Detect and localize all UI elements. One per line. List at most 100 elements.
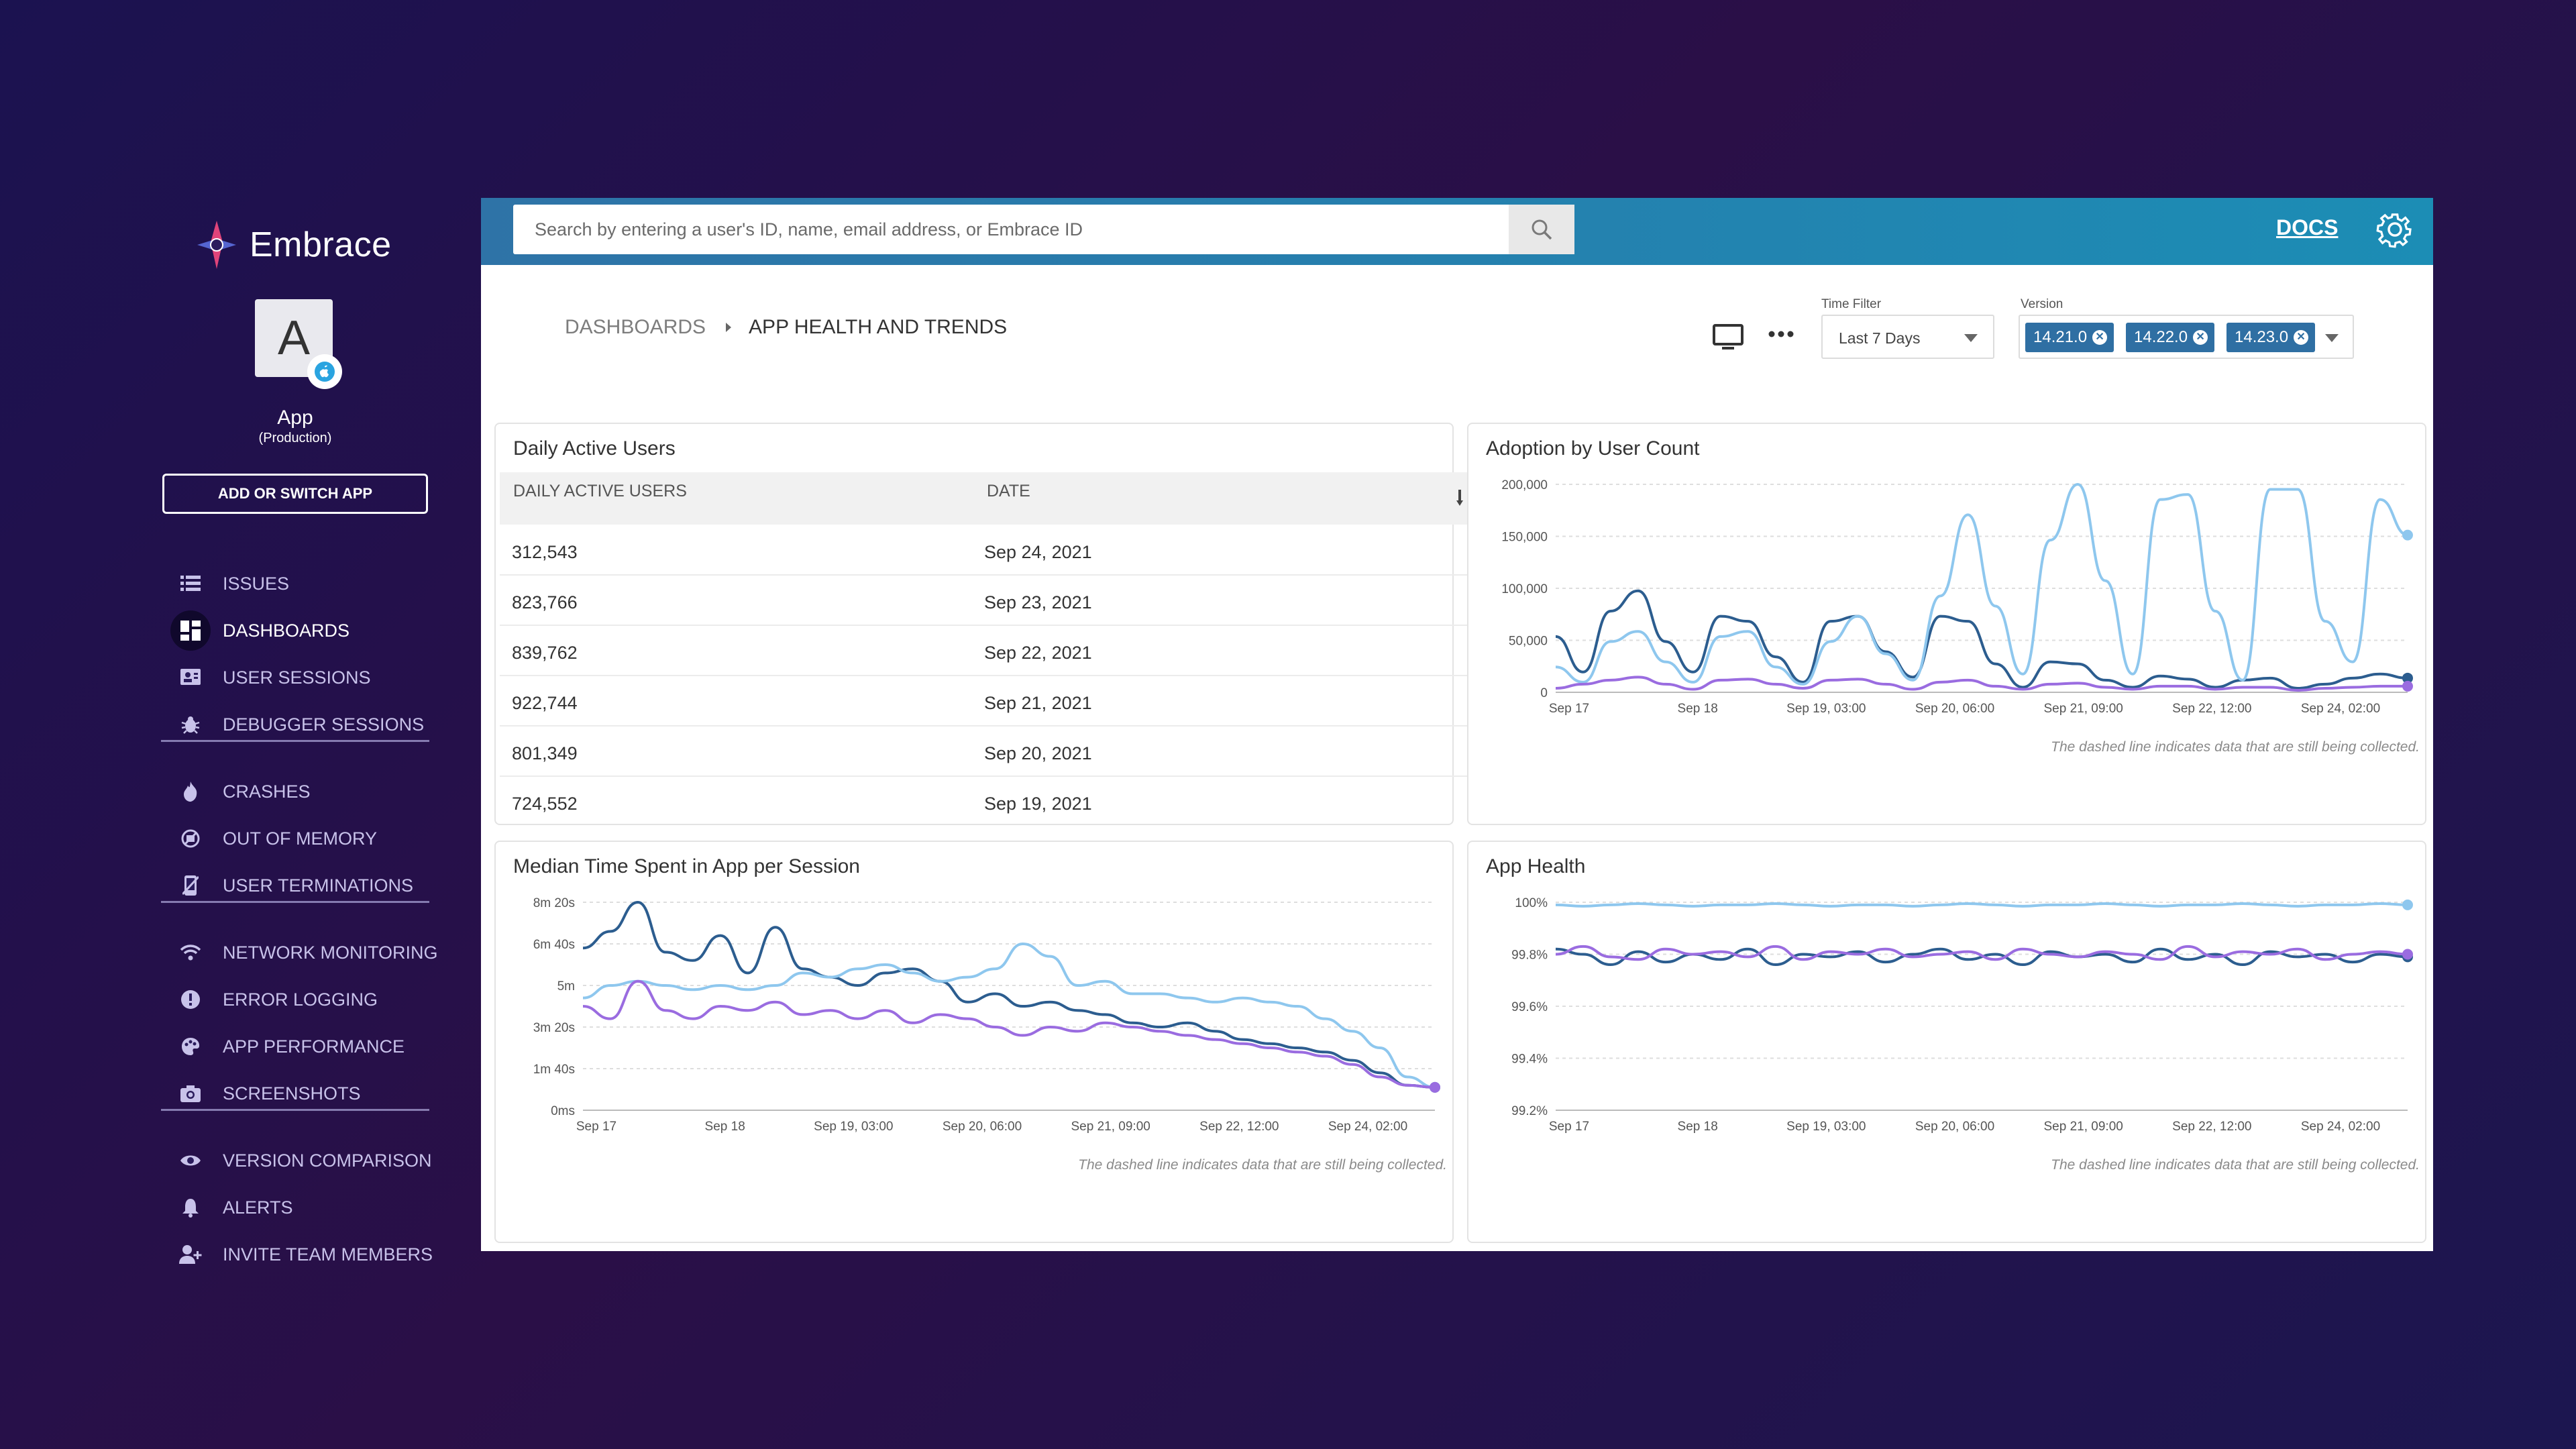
sidebar-item-label: ERROR LOGGING	[223, 989, 378, 1010]
x-tick-label: Sep 19, 03:00	[1786, 702, 1866, 716]
settings-gear-icon[interactable]	[2374, 209, 2416, 250]
sidebar-item-label: INVITE TEAM MEMBERS	[223, 1244, 433, 1265]
search-button[interactable]	[1509, 205, 1574, 254]
daily-active-users-card: Daily Active Users DAILY ACTIVE USERS DA…	[494, 423, 1467, 825]
chevron-right-icon	[726, 323, 732, 332]
series-line	[582, 979, 1436, 1089]
sidebar-item-dashboards[interactable]: DASHBOARDS	[161, 610, 429, 651]
bug-icon	[170, 704, 211, 745]
y-tick-label: 6m 40s	[533, 938, 575, 952]
sidebar-item-error-logging[interactable]: ERROR LOGGING	[161, 979, 429, 1020]
sort-icon[interactable]	[1456, 487, 1463, 507]
docs-link[interactable]: DOCS	[2276, 215, 2338, 240]
x-tick-label: Sep 17	[1549, 702, 1589, 716]
tv-mode-icon[interactable]	[1713, 324, 1743, 351]
sidebar-item-out-of-memory[interactable]: OUT OF MEMORY	[161, 818, 429, 859]
x-tick-label: Sep 19, 03:00	[1786, 1120, 1866, 1134]
y-tick-label: 5m	[557, 979, 575, 994]
cell-date: Sep 24, 2021	[984, 542, 1092, 562]
wifi-icon	[170, 932, 211, 973]
column-header-date[interactable]: DATE	[987, 482, 1030, 501]
y-tick-label: 8m 20s	[533, 896, 575, 910]
x-tick-label: Sep 24, 02:00	[2301, 1120, 2380, 1134]
x-tick-label: Sep 24, 02:00	[1328, 1120, 1407, 1134]
sidebar-item-invite-team-members[interactable]: INVITE TEAM MEMBERS	[161, 1234, 433, 1275]
median-time-chart: 8m 20s 6m 40s 5m 3m 20s 1m 40s 0msSep 17 Sep 1…	[533, 896, 1440, 1134]
alert-circle-icon	[170, 979, 211, 1020]
app-avatar[interactable]: A	[255, 299, 342, 389]
x-tick-label: Sep 22, 12:00	[2172, 1120, 2251, 1134]
sidebar-item-label: CRASHES	[223, 781, 311, 802]
cell-users: 724,552	[512, 794, 578, 814]
series-line	[582, 943, 1436, 1089]
cell-users: 823,766	[512, 592, 578, 612]
series-line	[1555, 589, 2408, 690]
x-tick-label: Sep 18	[1678, 1120, 1718, 1134]
more-options-icon[interactable]	[1768, 329, 1794, 339]
sidebar-item-debugger-sessions[interactable]: DEBUGGER SESSIONS	[161, 704, 429, 745]
page-title: APP HEALTH AND TRENDS	[749, 316, 1008, 338]
flame-icon	[170, 771, 211, 812]
add-or-switch-app-button[interactable]: ADD OR SWITCH APP	[162, 474, 428, 514]
table-header: DAILY ACTIVE USERS DATE	[500, 472, 1467, 525]
version-filter-select[interactable]: 14.21.0 ✕ 14.22.0 ✕ 14.23.0 ✕	[2019, 315, 2354, 359]
sidebar-item-user-sessions[interactable]: USER SESSIONS	[161, 657, 429, 698]
sidebar-item-label: VERSION COMPARISON	[223, 1150, 432, 1171]
user-sessions-icon	[170, 657, 211, 698]
table-row[interactable]: 922,744 Sep 21, 2021	[500, 676, 1467, 727]
sidebar-item-version-comparison[interactable]: VERSION COMPARISON	[161, 1140, 432, 1181]
search-bar	[513, 205, 1574, 254]
time-filter-label: Time Filter	[1821, 297, 1882, 311]
brand-logo[interactable]: Embrace	[193, 215, 392, 275]
adoption-chart: 200,000 150,000 100,000 50,000 0Sep 17 Sep 18…	[1501, 478, 2413, 716]
sidebar-item-network-monitoring[interactable]: NETWORK MONITORING	[161, 932, 438, 973]
table-row[interactable]: 839,762 Sep 22, 2021	[500, 625, 1467, 676]
embrace-logo-icon	[197, 221, 236, 269]
table-row[interactable]: 724,552 Sep 19, 2021	[500, 776, 1467, 826]
remove-chip-icon[interactable]: ✕	[2193, 330, 2208, 345]
x-tick-label: Sep 17	[576, 1120, 616, 1134]
search-icon	[1532, 219, 1552, 240]
version-chip-label: 14.21.0	[2033, 328, 2088, 346]
table-row[interactable]: 312,543 Sep 24, 2021	[500, 525, 1467, 576]
sidebar-item-app-performance[interactable]: APP PERFORMANCE	[161, 1026, 429, 1067]
cell-date: Sep 23, 2021	[984, 592, 1092, 612]
y-tick-label: 99.8%	[1511, 949, 1548, 963]
sidebar-item-user-terminations[interactable]: USER TERMINATIONS	[161, 865, 429, 906]
table-row[interactable]: 823,766 Sep 23, 2021	[500, 575, 1467, 626]
app-health-chart: 100% 99.8% 99.6% 99.4% 99.2%Sep 17 Sep 18 Sep …	[1511, 896, 2413, 1134]
sidebar-item-alerts[interactable]: ALERTS	[161, 1187, 429, 1228]
caret-down-icon[interactable]	[2324, 333, 2339, 343]
version-chip-label: 14.22.0	[2134, 328, 2188, 346]
x-tick-label: Sep 21, 09:00	[2044, 1120, 2123, 1134]
dashboard-icon	[170, 610, 211, 651]
chart-note: The dashed line indicates data that are …	[2051, 739, 2420, 755]
breadcrumb-dashboards-link[interactable]: DASHBOARDS	[565, 316, 706, 339]
sidebar-item-issues[interactable]: ISSUES	[161, 564, 429, 604]
sidebar: Embrace A App (Production) ADD OR SWITCH…	[161, 215, 438, 1265]
cell-date: Sep 21, 2021	[984, 693, 1092, 713]
caret-down-icon	[1964, 334, 1978, 342]
series-line	[582, 901, 1436, 1089]
y-tick-label: 3m 20s	[533, 1021, 575, 1035]
series-end-point	[2402, 899, 2413, 910]
search-input[interactable]	[533, 209, 1556, 250]
sidebar-item-crashes[interactable]: CRASHES	[161, 771, 429, 812]
y-tick-label: 150,000	[1501, 531, 1548, 545]
sidebar-item-screenshots[interactable]: SCREENSHOTS	[161, 1073, 429, 1114]
chart-note: The dashed line indicates data that are …	[2051, 1157, 2420, 1173]
series-end-point	[2402, 529, 2413, 541]
time-filter-select[interactable]: Last 7 Days	[1821, 315, 1994, 359]
y-tick-label: 99.2%	[1511, 1104, 1548, 1118]
remove-chip-icon[interactable]: ✕	[2092, 330, 2108, 345]
remove-chip-icon[interactable]: ✕	[2294, 330, 2309, 345]
version-chip[interactable]: 14.23.0 ✕	[2226, 323, 2316, 352]
column-header-users[interactable]: DAILY ACTIVE USERS	[513, 482, 687, 501]
sidebar-divider	[161, 740, 429, 742]
table-row[interactable]: 801,349 Sep 20, 2021	[500, 726, 1467, 777]
apple-platform-icon	[307, 354, 342, 389]
version-chip[interactable]: 14.22.0 ✕	[2126, 323, 2215, 352]
sidebar-item-label: OUT OF MEMORY	[223, 828, 378, 849]
version-chip[interactable]: 14.21.0 ✕	[2025, 323, 2114, 352]
y-tick-label: 50,000	[1509, 635, 1548, 649]
